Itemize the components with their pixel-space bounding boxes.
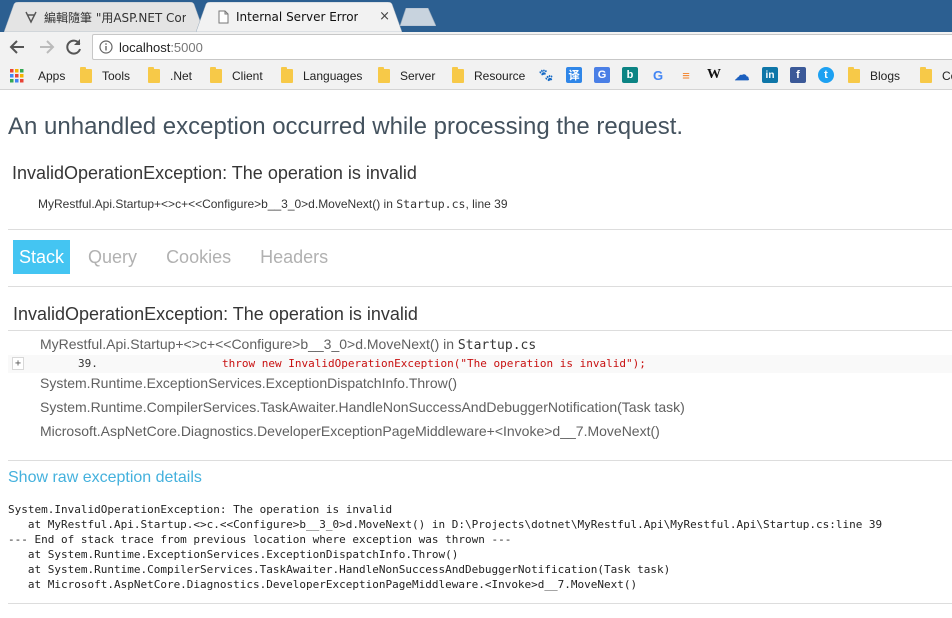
divider <box>8 603 952 604</box>
tab-title: 編輯隨筆 "用ASP.NET Cor <box>44 10 186 25</box>
baidu-paw-icon[interactable]: 🐾 <box>538 67 554 83</box>
apps-grid-icon <box>10 69 24 83</box>
divider <box>8 229 952 230</box>
tab-cookies[interactable]: Cookies <box>161 240 242 274</box>
folder-icon <box>848 67 860 83</box>
url-port: :5000 <box>170 40 203 55</box>
divider <box>8 460 952 461</box>
bing-icon[interactable]: b <box>622 67 638 83</box>
bookmark-label: Server <box>400 69 436 83</box>
divider <box>8 330 952 331</box>
tab-content: Internal Server Error <box>216 8 384 26</box>
bookmark-folder-co[interactable]: Co <box>920 67 952 84</box>
bookmark-folder-server[interactable]: Server <box>378 67 436 84</box>
source-line-number: 39. <box>78 357 98 370</box>
source-line-code: throw new InvalidOperationException("The… <box>222 357 646 370</box>
divider <box>8 286 952 287</box>
tab-internal-server-error[interactable]: Internal Server Error × <box>196 2 402 32</box>
tab-title: Internal Server Error <box>236 10 359 24</box>
bookmark-label: .Net <box>170 69 193 83</box>
linkedin-icon[interactable]: in <box>762 67 778 83</box>
reload-icon[interactable] <box>64 37 84 57</box>
bookmark-label: Client <box>232 69 263 83</box>
page-heading: An unhandled exception occurred while pr… <box>8 113 684 140</box>
onedrive-icon[interactable]: ☁ <box>734 67 750 84</box>
folder-icon <box>281 67 293 83</box>
info-icon[interactable] <box>99 40 113 54</box>
cnblogs-favicon-icon <box>25 11 37 24</box>
stack-exception-title: InvalidOperationException: The operation… <box>13 304 418 324</box>
browser-tab-strip: 編輯隨筆 "用ASP.NET Cor Internal Server Error… <box>0 0 952 32</box>
bookmark-folder-blogs[interactable]: Blogs <box>848 67 901 84</box>
frame-method: MyRestful.Api.Startup+<>c+<<Configure>b_… <box>40 336 458 352</box>
folder-icon <box>80 67 92 83</box>
tab-blog-editor[interactable]: 編輯隨筆 "用ASP.NET Cor <box>4 2 204 32</box>
bookmark-label: Apps <box>38 69 66 83</box>
bookmark-label: Co <box>942 69 952 83</box>
stackoverflow-icon[interactable]: ≡ <box>678 67 694 83</box>
location-method: MyRestful.Api.Startup+<>c+<<Configure>b_… <box>38 197 397 211</box>
tab-headers[interactable]: Headers <box>255 240 339 274</box>
tab-query[interactable]: Query <box>83 240 148 274</box>
bookmarks-bar: Apps Tools .Net Client Languages Server … <box>0 62 952 90</box>
bookmark-apps[interactable]: Apps <box>10 68 65 84</box>
expand-source-button[interactable]: + <box>12 357 24 370</box>
exception-title: InvalidOperationException: The operation… <box>12 163 417 183</box>
wikipedia-icon[interactable]: W <box>706 67 722 83</box>
forward-arrow-icon[interactable] <box>36 37 56 57</box>
bookmark-label: Blogs <box>870 69 901 83</box>
bookmark-label: Resource <box>474 69 526 83</box>
raw-exception-text: System.InvalidOperationException: The op… <box>8 503 883 591</box>
address-bar[interactable]: localhost:5000 <box>92 34 952 60</box>
bookmark-folder-client[interactable]: Client <box>210 67 263 84</box>
twitter-icon[interactable]: t <box>818 67 834 83</box>
facebook-icon[interactable]: f <box>790 67 806 83</box>
stack-frame[interactable]: System.Runtime.CompilerServices.TaskAwai… <box>40 399 685 415</box>
stack-frame[interactable]: Microsoft.AspNetCore.Diagnostics.Develop… <box>40 423 660 439</box>
translate-icon[interactable]: 译 <box>566 67 582 83</box>
bookmark-folder-resource[interactable]: Resource <box>452 67 526 84</box>
tab-content: 編輯隨筆 "用ASP.NET Cor <box>24 8 186 26</box>
bookmark-folder-languages[interactable]: Languages <box>281 67 363 84</box>
bookmark-label: Tools <box>102 69 131 83</box>
bookmark-folder-tools[interactable]: Tools <box>80 67 131 84</box>
url-host: localhost <box>119 40 171 55</box>
close-tab-icon[interactable]: × <box>379 9 390 24</box>
google-translate-icon[interactable]: G <box>594 67 610 83</box>
stack-frame[interactable]: MyRestful.Api.Startup+<>c+<<Configure>b_… <box>40 336 536 353</box>
bookmark-folder-net[interactable]: .Net <box>148 67 193 84</box>
back-arrow-icon[interactable] <box>8 37 28 57</box>
error-page: An unhandled exception occurred while pr… <box>0 91 952 618</box>
folder-icon <box>148 67 160 83</box>
frame-file: Startup.cs <box>457 338 537 353</box>
url-text[interactable]: localhost:5000 <box>119 40 203 55</box>
tab-stack[interactable]: Stack <box>13 240 71 274</box>
location-file: Startup.cs <box>396 197 466 211</box>
folder-icon <box>378 67 390 83</box>
page-favicon-icon <box>218 10 229 24</box>
folder-icon <box>210 67 222 83</box>
location-line: , line 39 <box>465 197 508 211</box>
folder-icon <box>452 67 464 83</box>
exception-location: MyRestful.Api.Startup+<>c+<<Configure>b_… <box>38 197 508 211</box>
stack-frame[interactable]: System.Runtime.ExceptionServices.Excepti… <box>40 375 457 391</box>
error-tabs: Stack Query Cookies Headers <box>13 240 352 274</box>
source-code-line: + 39. throw new InvalidOperationExceptio… <box>8 355 952 373</box>
google-icon[interactable]: G <box>650 67 666 83</box>
folder-icon <box>920 67 932 83</box>
bookmark-label: Languages <box>303 69 363 83</box>
show-raw-exception-link[interactable]: Show raw exception details <box>8 469 202 487</box>
new-tab-button[interactable] <box>400 8 436 26</box>
